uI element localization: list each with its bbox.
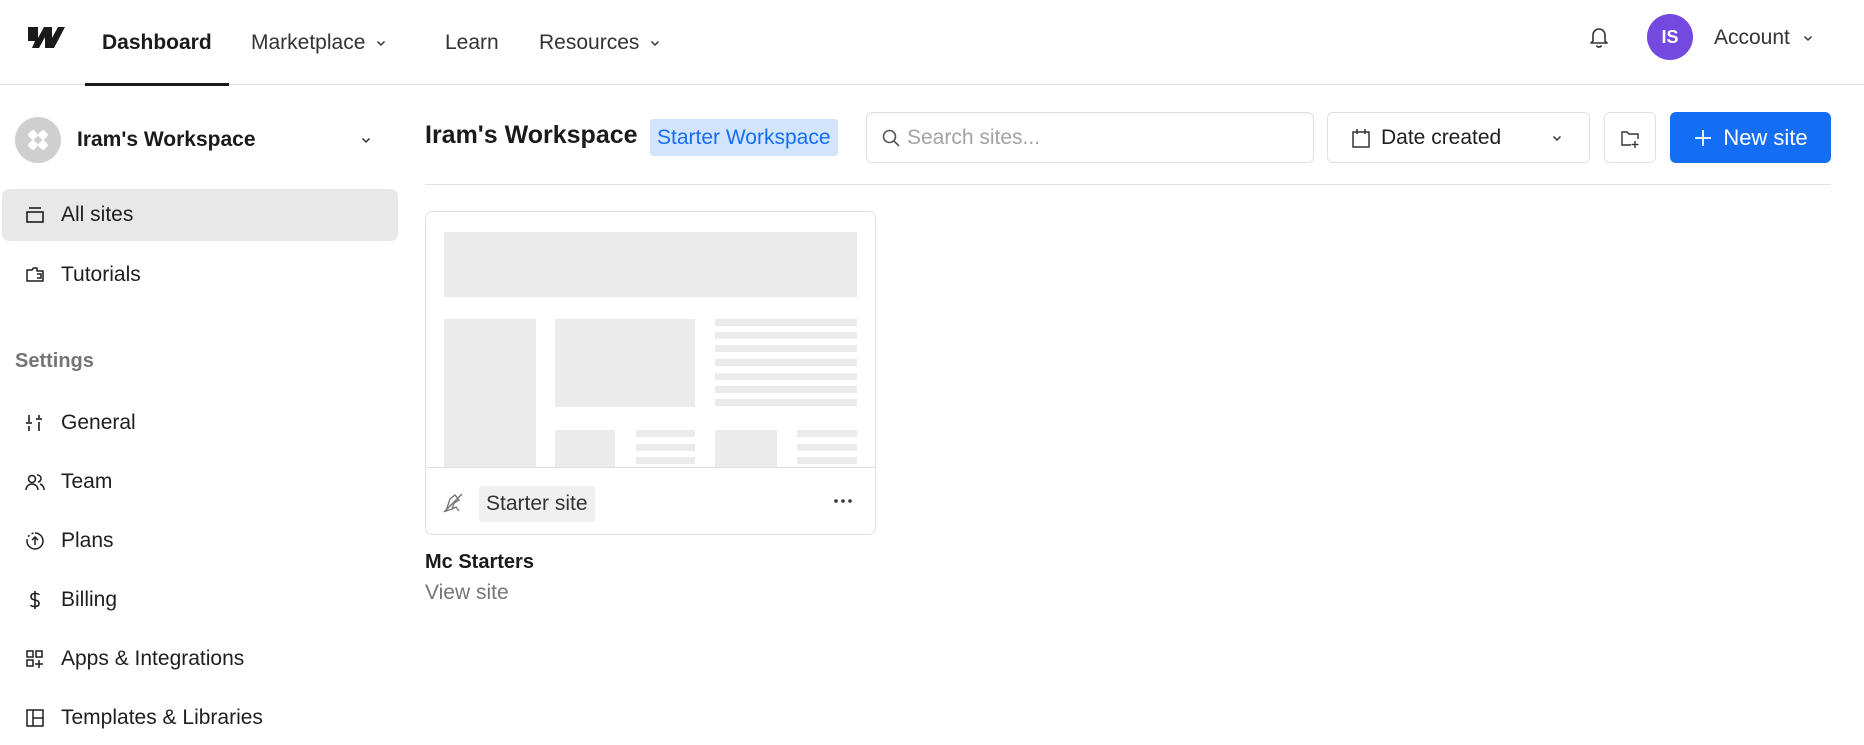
sidebar-item-label: Team <box>61 470 113 493</box>
sidebar-item-label: Apps & Integrations <box>61 647 245 670</box>
sidebar-item-label: All sites <box>61 203 134 226</box>
templates-icon <box>26 709 44 727</box>
nav-learn[interactable]: Learn <box>445 0 499 85</box>
top-navigation: Dashboard Marketplace Learn Resources IS… <box>0 0 1864 86</box>
new-folder-button[interactable] <box>1604 112 1656 163</box>
nav-marketplace-label: Marketplace <box>251 30 366 54</box>
plus-icon <box>1695 129 1712 146</box>
chevron-down-icon <box>377 40 386 46</box>
sidebar-item-team[interactable]: Team <box>2 456 398 508</box>
sidebar-item-label: General <box>61 411 136 434</box>
plans-icon <box>26 532 44 550</box>
thumbnail-placeholder <box>715 399 857 406</box>
chevron-down-icon <box>361 137 371 144</box>
search-input[interactable] <box>907 125 1287 150</box>
bell-icon[interactable] <box>1588 25 1610 49</box>
sidebar-item-billing[interactable]: Billing <box>2 574 398 626</box>
workspace-avatar <box>15 117 61 163</box>
site-thumbnail[interactable] <box>426 212 875 468</box>
view-site-link[interactable]: View site <box>425 581 509 605</box>
search-icon <box>882 129 900 147</box>
sidebar-item-all-sites[interactable]: All sites <box>2 189 398 241</box>
nav-marketplace[interactable]: Marketplace <box>251 0 387 85</box>
thumbnail-placeholder <box>444 232 857 297</box>
nav-dashboard[interactable]: Dashboard <box>85 0 229 86</box>
thumbnail-placeholder <box>636 457 695 464</box>
thumbnail-placeholder <box>715 332 857 339</box>
chevron-down-icon <box>651 40 660 46</box>
sidebar: Iram's Workspace All sites Tutorials Set… <box>0 86 400 745</box>
workspace-plan-badge: Starter Workspace <box>650 119 838 156</box>
sliders-icon <box>26 415 42 431</box>
thumbnail-placeholder <box>715 373 857 380</box>
new-site-button[interactable]: New site <box>1670 112 1831 163</box>
workspace-name: Iram's Workspace <box>77 128 256 151</box>
account-menu[interactable]: Account <box>1714 0 1814 75</box>
thumbnail-placeholder <box>715 345 857 352</box>
thumbnail-placeholder <box>636 430 695 437</box>
search-field[interactable] <box>866 112 1314 163</box>
thumbnail-placeholder <box>797 444 857 451</box>
workspace-switcher[interactable]: Iram's Workspace <box>15 116 380 164</box>
new-site-label: New site <box>1723 124 1808 150</box>
header-divider <box>425 184 1831 185</box>
sidebar-item-label: Templates & Libraries <box>61 706 263 729</box>
sort-selected-label: Date created <box>1381 125 1502 149</box>
tutorials-icon <box>26 267 44 282</box>
nav-learn-label: Learn <box>445 30 499 54</box>
sidebar-item-label: Billing <box>61 588 118 611</box>
workspace-logo-icon <box>28 130 48 150</box>
thumbnail-placeholder <box>715 359 857 366</box>
site-plan-tag: Starter site <box>479 486 595 522</box>
sidebar-item-label: Tutorials <box>61 263 141 286</box>
unpublished-icon <box>443 493 463 513</box>
chevron-down-icon <box>1552 135 1562 142</box>
team-icon <box>25 474 45 491</box>
webflow-logo[interactable] <box>26 24 66 50</box>
dollar-icon <box>30 591 40 609</box>
sidebar-item-apps-integrations[interactable]: Apps & Integrations <box>2 633 398 685</box>
thumbnail-placeholder <box>636 444 695 451</box>
nav-resources-label: Resources <box>539 30 640 54</box>
site-card[interactable]: Starter site <box>425 211 876 535</box>
thumbnail-placeholder <box>797 457 857 464</box>
user-avatar[interactable]: IS <box>1647 14 1693 60</box>
thumbnail-placeholder <box>715 386 857 393</box>
page-title: Iram's Workspace <box>425 121 638 149</box>
sidebar-item-plans[interactable]: Plans <box>2 515 398 567</box>
sidebar-item-tutorials[interactable]: Tutorials <box>2 249 398 301</box>
nav-dashboard-label: Dashboard <box>102 30 212 54</box>
sites-icon <box>26 207 44 223</box>
account-label: Account <box>1714 25 1790 49</box>
nav-resources[interactable]: Resources <box>539 0 661 85</box>
sidebar-item-general[interactable]: General <box>2 397 398 449</box>
site-name[interactable]: Mc Starters <box>425 551 534 574</box>
thumbnail-placeholder <box>555 319 695 407</box>
thumbnail-placeholder <box>715 319 857 326</box>
sort-dropdown[interactable]: Date created <box>1327 112 1590 163</box>
thumbnail-placeholder <box>555 430 615 467</box>
chevron-down-icon <box>1803 35 1812 41</box>
site-card-footer: Starter site <box>426 469 875 534</box>
avatar-initials: IS <box>1661 26 1679 47</box>
more-options-icon[interactable] <box>831 491 855 511</box>
sidebar-item-templates-libraries[interactable]: Templates & Libraries <box>2 692 398 744</box>
calendar-icon <box>1352 128 1370 148</box>
thumbnail-placeholder <box>444 319 536 467</box>
thumbnail-placeholder <box>715 430 777 467</box>
folder-plus-icon <box>1621 130 1639 148</box>
apps-icon <box>26 650 43 668</box>
settings-heading: Settings <box>15 350 94 372</box>
thumbnail-placeholder <box>797 430 857 437</box>
sidebar-item-label: Plans <box>61 529 114 552</box>
